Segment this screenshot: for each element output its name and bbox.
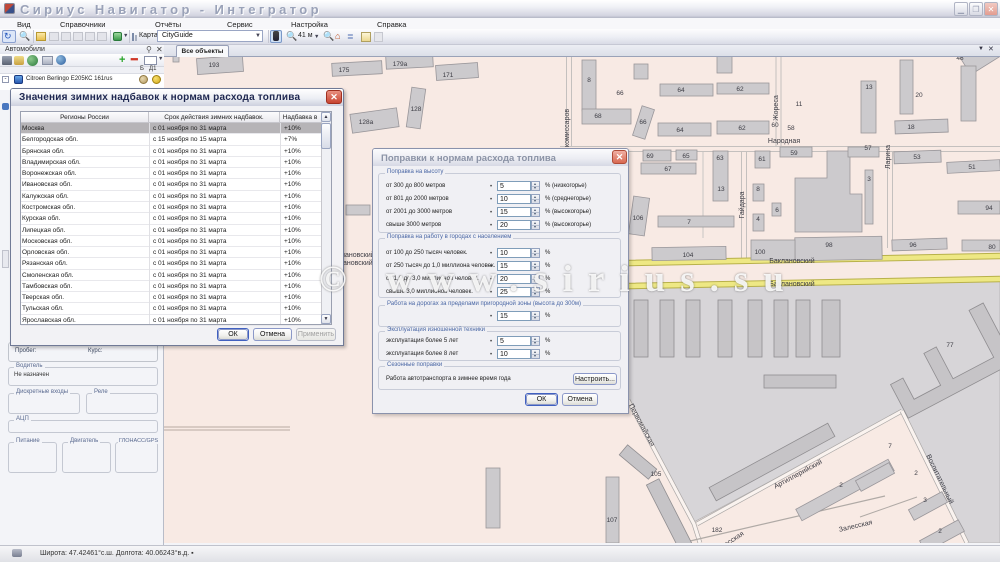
svg-text:13: 13 (717, 186, 725, 193)
svg-text:51: 51 (968, 164, 976, 171)
svg-text:107: 107 (607, 517, 618, 524)
svg-text:64: 64 (676, 127, 684, 134)
svg-text:20: 20 (915, 92, 923, 99)
svg-text:60: 60 (771, 122, 779, 129)
svg-text:67: 67 (664, 166, 672, 173)
svg-text:57: 57 (864, 145, 872, 152)
svg-text:171: 171 (443, 72, 454, 79)
svg-text:6: 6 (775, 207, 779, 214)
svg-text:комиссаров: комиссаров (564, 109, 571, 147)
svg-text:8: 8 (587, 77, 591, 84)
svg-text:77: 77 (946, 342, 954, 349)
svg-text:65: 65 (682, 153, 690, 160)
svg-text:48: 48 (956, 57, 964, 62)
svg-text:64: 64 (677, 87, 685, 94)
svg-text:4: 4 (756, 216, 760, 223)
svg-text:105: 105 (651, 471, 662, 478)
svg-text:175: 175 (339, 67, 350, 74)
svg-text:2: 2 (914, 470, 918, 477)
svg-text:8: 8 (756, 186, 760, 193)
svg-text:Жореса: Жореса (773, 95, 780, 121)
svg-text:193: 193 (209, 62, 220, 69)
svg-text:179а: 179а (393, 61, 408, 68)
svg-text:106: 106 (633, 215, 644, 222)
svg-text:7: 7 (888, 443, 892, 450)
svg-text:80: 80 (988, 244, 996, 251)
svg-text:Гайдара: Гайдара (738, 191, 746, 218)
svg-text:Народная: Народная (768, 138, 800, 145)
svg-text:3: 3 (867, 176, 871, 183)
svg-text:7: 7 (687, 219, 691, 226)
svg-text:61: 61 (758, 156, 766, 163)
svg-text:66: 66 (639, 119, 647, 126)
svg-text:13: 13 (865, 84, 873, 91)
svg-text:69: 69 (646, 153, 654, 160)
svg-text:66: 66 (616, 90, 624, 97)
svg-text:128а: 128а (359, 119, 374, 126)
svg-text:18: 18 (907, 124, 915, 131)
svg-text:63: 63 (716, 155, 724, 162)
svg-text:128: 128 (411, 106, 422, 113)
svg-text:59: 59 (790, 150, 798, 157)
svg-text:100: 100 (755, 249, 766, 256)
svg-text:96: 96 (909, 242, 917, 249)
svg-text:182: 182 (712, 527, 723, 534)
svg-text:3: 3 (923, 497, 927, 504)
svg-text:2: 2 (938, 528, 942, 535)
svg-text:94: 94 (985, 205, 993, 212)
svg-text:58: 58 (787, 125, 795, 132)
svg-text:53: 53 (913, 154, 921, 161)
svg-text:62: 62 (736, 86, 744, 93)
svg-text:2: 2 (839, 482, 843, 489)
svg-text:68: 68 (594, 113, 602, 120)
svg-text:11: 11 (796, 101, 803, 108)
svg-text:62: 62 (738, 125, 746, 132)
svg-text:Ларина: Ларина (885, 145, 892, 169)
svg-text:98: 98 (825, 242, 833, 249)
